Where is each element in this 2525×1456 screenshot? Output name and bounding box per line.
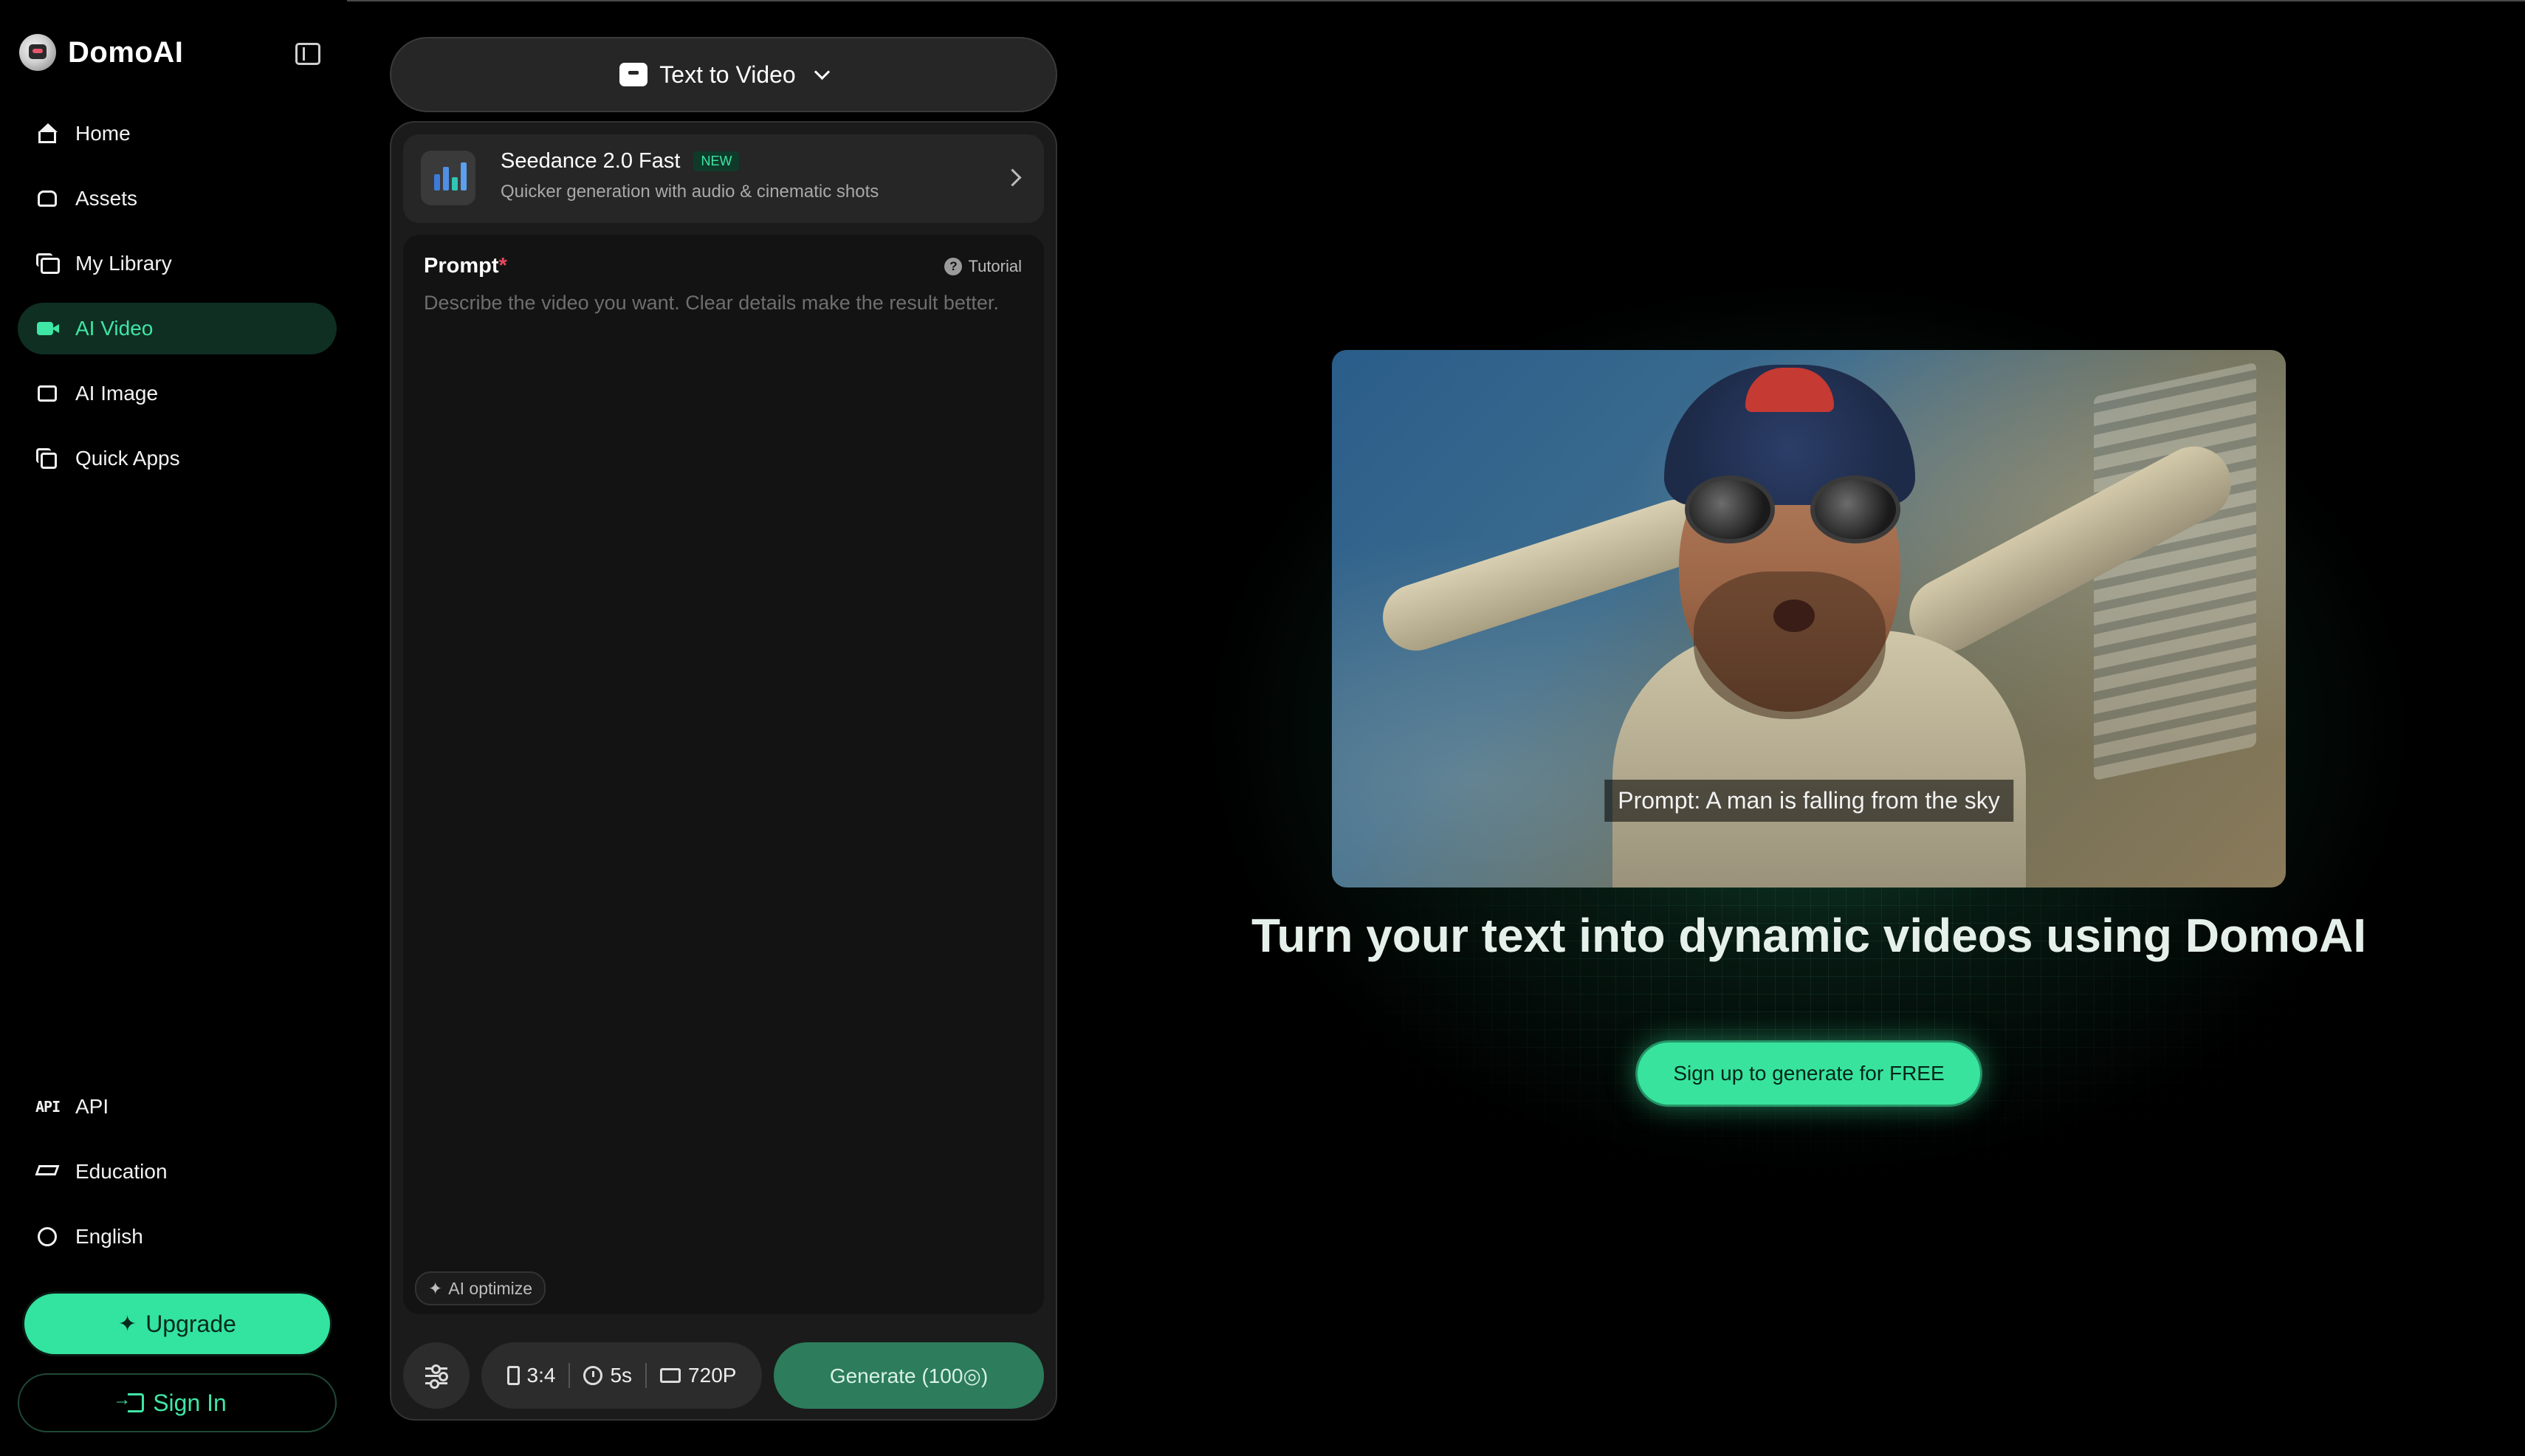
video-camera-icon [35,317,61,340]
domoai-logo-icon [19,34,56,71]
sparkle-icon: ✦ [118,1311,137,1336]
globe-icon [35,1226,61,1248]
duration-selector[interactable]: 5s [583,1364,632,1387]
sidebar-bottom-nav: API API Education English [18,1081,337,1276]
tutorial-link[interactable]: ? Tutorial [944,257,1022,276]
sign-in-icon [113,1390,145,1412]
sidebar: DomoAI Home Assets My Library AI Video A… [0,0,347,1456]
generation-toolbar: 3:4 5s 720P Generate (100◎) [403,1342,1044,1409]
sidebar-item-home[interactable]: Home [18,108,337,159]
sign-in-label: Sign In [153,1389,227,1416]
mode-label: Text to Video [659,61,796,88]
signup-cta-button[interactable]: Sign up to generate for FREE [1638,1043,1980,1105]
ai-optimize-label: AI optimize [448,1278,533,1298]
image-icon [35,382,61,405]
prompt-label-text: Prompt [424,254,499,278]
aspect-ratio-selector[interactable]: 3:4 [506,1364,556,1387]
upgrade-label: Upgrade [145,1310,236,1337]
sidebar-nav: Home Assets My Library AI Video AI Image… [18,108,337,498]
assets-icon [35,188,61,210]
example-video[interactable]: Prompt: A man is falling from the sky [1332,350,2286,887]
brand-name: DomoAI [68,35,184,69]
sidebar-item-language[interactable]: English [18,1211,337,1263]
sidebar-item-ai-video[interactable]: AI Video [18,303,337,354]
clock-icon [583,1366,603,1385]
resolution-value: 720P [688,1364,737,1387]
generate-button[interactable]: Generate (100◎) [774,1342,1044,1409]
graduation-cap-icon [35,1161,61,1183]
sidebar-item-label: Assets [75,187,138,210]
model-selector[interactable]: Seedance 2.0 Fast NEW Quicker generation… [403,134,1044,223]
upgrade-button[interactable]: ✦ Upgrade [24,1294,330,1354]
brand-logo[interactable]: DomoAI [19,34,183,71]
required-mark: * [498,254,507,278]
prompt-label: Prompt* [424,254,507,278]
resolution-selector[interactable]: 720P [660,1364,736,1387]
mode-selector[interactable]: Text to Video [390,37,1057,112]
sidebar-item-assets[interactable]: Assets [18,173,337,224]
sidebar-item-quick-apps[interactable]: Quick Apps [18,433,337,484]
divider [568,1363,571,1388]
video-params: 3:4 5s 720P [481,1342,762,1409]
sidebar-collapse-icon[interactable] [295,43,320,65]
tutorial-label: Tutorial [968,257,1022,275]
sidebar-item-label: English [75,1225,143,1248]
api-icon: API [35,1098,61,1116]
resolution-icon [660,1368,681,1383]
settings-button[interactable] [403,1342,470,1409]
help-icon: ? [944,258,963,275]
text-to-video-icon [619,63,648,86]
sidebar-item-label: Home [75,122,131,145]
divider [645,1363,647,1388]
sidebar-item-label: AI Video [75,317,154,340]
hero-title: Turn your text into dynamic videos using… [1251,909,2367,962]
duration-value: 5s [610,1364,633,1387]
sidebar-item-label: My Library [75,252,172,275]
sidebar-item-ai-image[interactable]: AI Image [18,368,337,419]
model-description: Quicker generation with audio & cinemati… [501,182,879,202]
chevron-right-icon [1003,168,1022,187]
prompt-input[interactable] [424,288,1022,1174]
sidebar-item-education[interactable]: Education [18,1146,337,1198]
new-badge: NEW [693,151,740,171]
sidebar-item-api[interactable]: API API [18,1081,337,1133]
chevron-down-icon [814,63,830,80]
sparkle-icon: ✦ [428,1278,443,1298]
ai-optimize-button[interactable]: ✦ AI optimize [415,1271,546,1305]
sign-in-button[interactable]: Sign In [18,1373,337,1432]
sidebar-item-label: AI Image [75,382,159,405]
library-icon [35,253,61,275]
generation-panel: Seedance 2.0 Fast NEW Quicker generation… [390,121,1057,1421]
sidebar-item-my-library[interactable]: My Library [18,238,337,289]
video-caption: Prompt: A man is falling from the sky [1604,780,2013,822]
sidebar-item-label: Education [75,1160,168,1183]
window-top-border [0,0,2525,1]
sidebar-item-label: Quick Apps [75,447,180,470]
aspect-ratio-value: 3:4 [526,1364,556,1387]
sidebar-item-label: API [75,1095,109,1118]
model-name: Seedance 2.0 Fast NEW [501,149,740,174]
apps-icon [35,447,61,470]
model-name-text: Seedance 2.0 Fast [501,149,681,173]
model-logo-icon [421,151,475,205]
home-icon [35,123,61,145]
prompt-card: Prompt* ? Tutorial ✦ AI optimize [403,235,1044,1314]
aspect-ratio-icon [506,1366,520,1385]
